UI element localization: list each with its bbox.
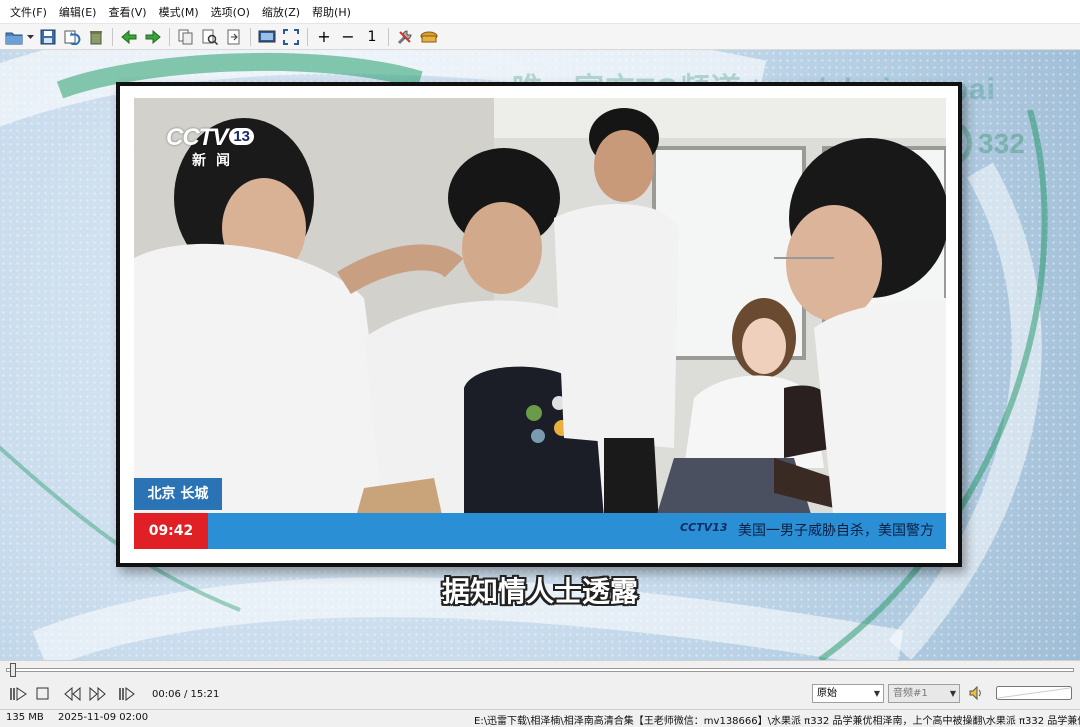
find-icon[interactable] xyxy=(199,26,221,48)
file-size: 135 MB xyxy=(6,712,44,723)
fast-forward-icon[interactable] xyxy=(86,683,108,705)
chevron-down-icon: ▼ xyxy=(949,689,956,698)
cctv-logo-text: CCTV xyxy=(166,124,228,151)
ticker-channel-logo: CCTV13 xyxy=(680,521,728,534)
video-scene: CCTV 13 新闻 北京 长城 xyxy=(134,98,946,524)
menu-edit[interactable]: 编辑(E) xyxy=(53,0,103,24)
playback-controls: 00:06 / 15:21 原始 ▼ 音频#1 ▼ xyxy=(0,680,1080,708)
location-tag: 北京 长城 xyxy=(134,478,222,510)
channel-subtitle: 新闻 xyxy=(192,152,240,168)
plugin-icon[interactable] xyxy=(418,26,440,48)
menu-file[interactable]: 文件(F) xyxy=(4,0,53,24)
chevron-down-icon: ▼ xyxy=(873,689,880,698)
tools-icon[interactable] xyxy=(394,26,416,48)
time-display: 00:06 / 15:21 xyxy=(152,688,220,700)
rewind-icon[interactable] xyxy=(62,683,84,705)
audio-track-select[interactable]: 音频#1 ▼ xyxy=(888,684,960,703)
zoom-out-icon[interactable]: − xyxy=(337,26,359,48)
seek-thumb[interactable] xyxy=(9,663,16,677)
channel-number: 13 xyxy=(229,128,255,145)
copy-icon[interactable] xyxy=(175,26,197,48)
watermark-number: 332 xyxy=(978,128,1025,159)
next-frame-icon[interactable] xyxy=(116,683,138,705)
next-arrow-icon[interactable] xyxy=(142,26,164,48)
fullscreen-icon[interactable] xyxy=(280,26,302,48)
open-dropdown-icon[interactable] xyxy=(26,26,34,48)
toolbar-separator xyxy=(250,27,251,46)
zoom-mode-select[interactable]: 原始 ▼ xyxy=(812,684,884,703)
toolbar-separator xyxy=(112,27,113,46)
menu-help[interactable]: 帮助(H) xyxy=(306,0,357,24)
menu-options[interactable]: 选项(O) xyxy=(205,0,256,24)
refresh-icon[interactable] xyxy=(61,26,83,48)
menu-view[interactable]: 查看(V) xyxy=(102,0,152,24)
open-folder-icon[interactable] xyxy=(3,26,25,48)
delete-icon[interactable] xyxy=(85,26,107,48)
menu-mode[interactable]: 模式(M) xyxy=(153,0,205,24)
menu-zoom[interactable]: 缩放(Z) xyxy=(256,0,306,24)
video-still-frame: CCTV 13 新闻 北京 长城 09:42 CCTV13 美国一男子威胁自杀，美… xyxy=(116,82,962,567)
stop-icon[interactable] xyxy=(32,683,54,705)
volume-slider[interactable] xyxy=(996,686,1072,700)
volume-icon[interactable] xyxy=(968,685,984,704)
save-icon[interactable] xyxy=(37,26,59,48)
toolbar-separator xyxy=(169,27,170,46)
toolbar: + − 1 xyxy=(0,24,1080,50)
file-date: 2025-11-09 02:00 xyxy=(58,712,149,723)
ticker-headline: 美国一男子威胁自杀，美国警方 xyxy=(738,523,934,539)
move-icon[interactable] xyxy=(223,26,245,48)
ticker-time: 09:42 xyxy=(134,513,208,549)
actual-size-icon[interactable]: 1 xyxy=(361,26,383,48)
image-viewer[interactable]: 唯一官方TG频道 t.me/shuiguopai 332 xyxy=(0,50,1080,660)
menu-bar: 文件(F) 编辑(E) 查看(V) 模式(M) 选项(O) 缩放(Z) 帮助(H… xyxy=(0,0,1080,24)
prev-arrow-icon[interactable] xyxy=(118,26,140,48)
screen-icon[interactable] xyxy=(256,26,278,48)
zoom-mode-value: 原始 xyxy=(817,688,837,699)
cctv-channel-logo: CCTV 13 新闻 xyxy=(166,124,255,170)
zoom-in-icon[interactable]: + xyxy=(313,26,335,48)
play-pause-icon[interactable] xyxy=(8,683,30,705)
status-bar: 135 MB 2025-11-09 02:00 E:\迅雷下载\相泽楠\相泽南高… xyxy=(0,709,1080,727)
seek-bar[interactable] xyxy=(0,660,1080,678)
toolbar-separator xyxy=(307,27,308,46)
news-ticker: 09:42 CCTV13 美国一男子威胁自杀，美国警方 xyxy=(134,513,946,549)
audio-track-value: 音频#1 xyxy=(893,688,928,699)
toolbar-separator xyxy=(388,27,389,46)
seek-track[interactable] xyxy=(6,668,1074,672)
classroom-scene-image xyxy=(134,98,946,524)
video-subtitle: 据知情人士透露 xyxy=(441,575,638,608)
